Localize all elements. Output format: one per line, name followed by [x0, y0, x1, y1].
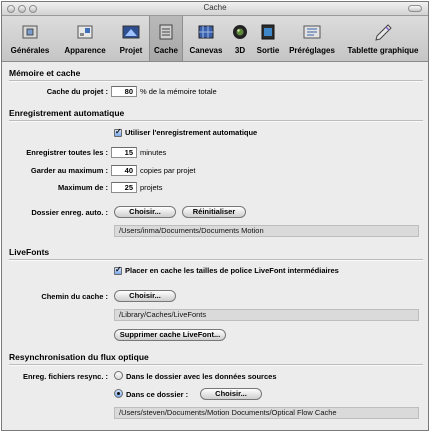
toolbar-toggle-button[interactable] [408, 5, 422, 12]
tab-tablette-graphique[interactable]: Tablette graphique [340, 16, 426, 61]
autosave-choose-button[interactable]: Choisir... [114, 206, 176, 218]
divider [9, 364, 423, 366]
custom-folder-option-label: Dans ce dossier : [126, 390, 189, 399]
autosave-folder-label: Dossier enreg. auto. : [31, 208, 108, 217]
delete-livefont-cache-button[interactable]: Supprimer cache LiveFont... [114, 329, 226, 341]
tablet-icon [375, 24, 392, 41]
presets-icon [303, 25, 321, 39]
keep-max-unit: copies par projet [140, 166, 196, 175]
tab-label: 3D [234, 46, 246, 55]
use-autosave-label: Utiliser l'enregistrement automatique [125, 128, 258, 137]
tab-label: Générales [10, 46, 50, 55]
tab-3d[interactable]: 3D [229, 16, 251, 61]
source-folder-option-label: Dans le dossier avec les données sources [126, 372, 277, 381]
save-every-field[interactable]: 15 [111, 147, 137, 158]
tab-label: Tablette graphique [347, 46, 419, 55]
custom-folder-radio[interactable] [114, 389, 123, 398]
maximum-unit: projets [140, 183, 163, 192]
window-title: Cache [203, 3, 227, 12]
tab-label: Cache [153, 46, 178, 55]
autosave-folder-path: /Users/inma/Documents/Documents Motion [114, 225, 419, 237]
optical-flow-folder-path: /Users/steven/Documents/Motion Documents… [114, 407, 419, 419]
optical-flow-choose-button[interactable]: Choisir... [200, 388, 262, 400]
project-cache-field[interactable]: 80 [111, 86, 137, 97]
tab-label: Préréglages [289, 46, 335, 55]
tab-apparence[interactable]: Apparence [57, 16, 113, 61]
tab-label: Projet [119, 46, 143, 55]
livefont-choose-button[interactable]: Choisir... [114, 290, 176, 302]
memory-section-title: Mémoire et cache [9, 68, 81, 78]
project-cache-suffix: % de la mémoire totale [140, 87, 217, 96]
divider [9, 80, 423, 82]
livefonts-section-title: LiveFonts [9, 247, 50, 257]
livefont-cache-path: /Library/Caches/LiveFonts [114, 309, 419, 321]
divider [9, 120, 423, 122]
save-every-label: Enregistrer toutes les : [26, 148, 108, 157]
tab-label: Canevas [189, 46, 223, 55]
cache-panel: Mémoire et cache Cache du projet : 80 % … [2, 62, 428, 430]
keep-max-label: Garder au maximum : [30, 166, 108, 175]
cache-icon [159, 24, 173, 40]
tab-sortie[interactable]: Sortie [252, 16, 284, 61]
output-icon [261, 24, 275, 40]
use-autosave-checkbox[interactable] [114, 127, 122, 137]
general-icon [22, 25, 38, 39]
livefont-cache-checkbox[interactable] [114, 265, 122, 275]
tab-canevas[interactable]: Canevas [184, 16, 228, 61]
preferences-window: Cache Générales Apparence Projet Cache C… [1, 1, 429, 431]
tab-cache[interactable]: Cache [149, 16, 183, 61]
project-cache-label: Cache du projet : [46, 87, 108, 96]
save-files-label: Enreg. fichiers resync. : [22, 372, 108, 381]
tab-label: Sortie [256, 46, 280, 55]
tab-projet[interactable]: Projet [114, 16, 148, 61]
autosave-section-title: Enregistrement automatique [9, 108, 125, 118]
maximum-label: Maximum de : [57, 183, 108, 192]
livefont-cache-label: Placer en cache les tailles de police Li… [125, 266, 339, 275]
divider [9, 259, 423, 261]
title-bar[interactable]: Cache [2, 2, 428, 16]
3d-icon [233, 25, 247, 39]
maximum-field[interactable]: 25 [111, 182, 137, 193]
optical-flow-section-title: Resynchronisation du flux optique [9, 352, 149, 362]
tab-label: Apparence [64, 46, 106, 55]
canvas-icon [198, 25, 214, 39]
autosave-reset-button[interactable]: Réinitialiser [182, 206, 246, 218]
project-icon [122, 25, 140, 39]
source-folder-radio[interactable] [114, 371, 123, 380]
tab-generales[interactable]: Générales [4, 16, 56, 61]
appearance-icon [77, 25, 93, 39]
preferences-toolbar: Générales Apparence Projet Cache Canevas… [2, 16, 428, 62]
cache-path-label: Chemin du cache : [41, 292, 108, 301]
save-every-unit: minutes [140, 148, 167, 157]
tab-prereglages[interactable]: Préréglages [285, 16, 339, 61]
keep-max-field[interactable]: 40 [111, 165, 137, 176]
